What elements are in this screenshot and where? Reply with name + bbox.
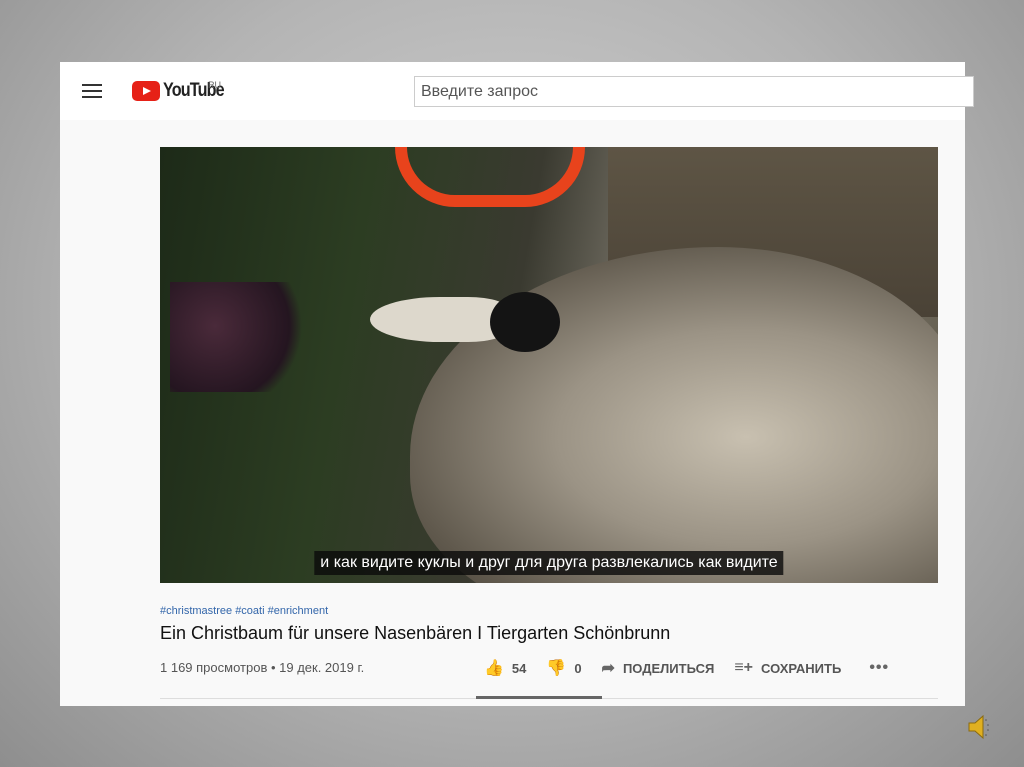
dislike-count: 0	[574, 660, 582, 676]
youtube-screenshot: YouTube RU Введите запрос и как видите к…	[60, 62, 974, 706]
action-bar: 👍 54 👎 0 ➦ ПОДЕЛИТЬСЯ ≡+ СОХРАНИТЬ •••	[484, 658, 889, 678]
region-label: RU	[208, 80, 221, 90]
speaker-icon[interactable]	[965, 712, 995, 747]
video-meta: 1 169 просмотров • 19 дек. 2019 г.	[160, 660, 365, 675]
share-button[interactable]: ➦ ПОДЕЛИТЬСЯ	[602, 658, 715, 678]
like-button[interactable]: 👍 54	[484, 658, 526, 678]
share-label: ПОДЕЛИТЬСЯ	[622, 660, 715, 676]
hashtags[interactable]: #christmastree #coati #enrichment	[160, 605, 328, 617]
masthead: YouTube RU Введите запрос	[60, 62, 974, 120]
thumbs-up-icon: 👍	[484, 660, 504, 677]
dislike-button[interactable]: 👎 0	[546, 658, 581, 678]
menu-icon[interactable]	[82, 84, 102, 98]
coati-snout	[370, 297, 510, 342]
like-count: 54	[511, 660, 527, 676]
thumbs-down-icon: 👎	[546, 660, 567, 677]
grapes	[170, 282, 320, 392]
coati	[410, 247, 938, 583]
save-button[interactable]: ≡+ СОХРАНИТЬ	[734, 659, 841, 677]
subtitle: и как видите куклы и друг для друга разв…	[314, 551, 784, 575]
video-title: Ein Christbaum für unsere Nasenbären I T…	[160, 623, 671, 643]
coati-mask	[490, 292, 560, 352]
red-pepper	[395, 147, 585, 207]
share-icon: ➦	[601, 660, 615, 677]
search-input[interactable]: Введите запрос	[414, 76, 974, 107]
search-placeholder: Введите запрос	[421, 83, 538, 100]
playlist-add-icon: ≡+	[734, 659, 754, 676]
save-label: СОХРАНИТЬ	[761, 660, 842, 676]
like-ratio-bar	[476, 696, 602, 699]
video-player[interactable]: и как видите куклы и друг для друга разв…	[160, 147, 938, 583]
play-logo-icon	[132, 81, 160, 101]
more-icon[interactable]: •••	[869, 659, 889, 677]
